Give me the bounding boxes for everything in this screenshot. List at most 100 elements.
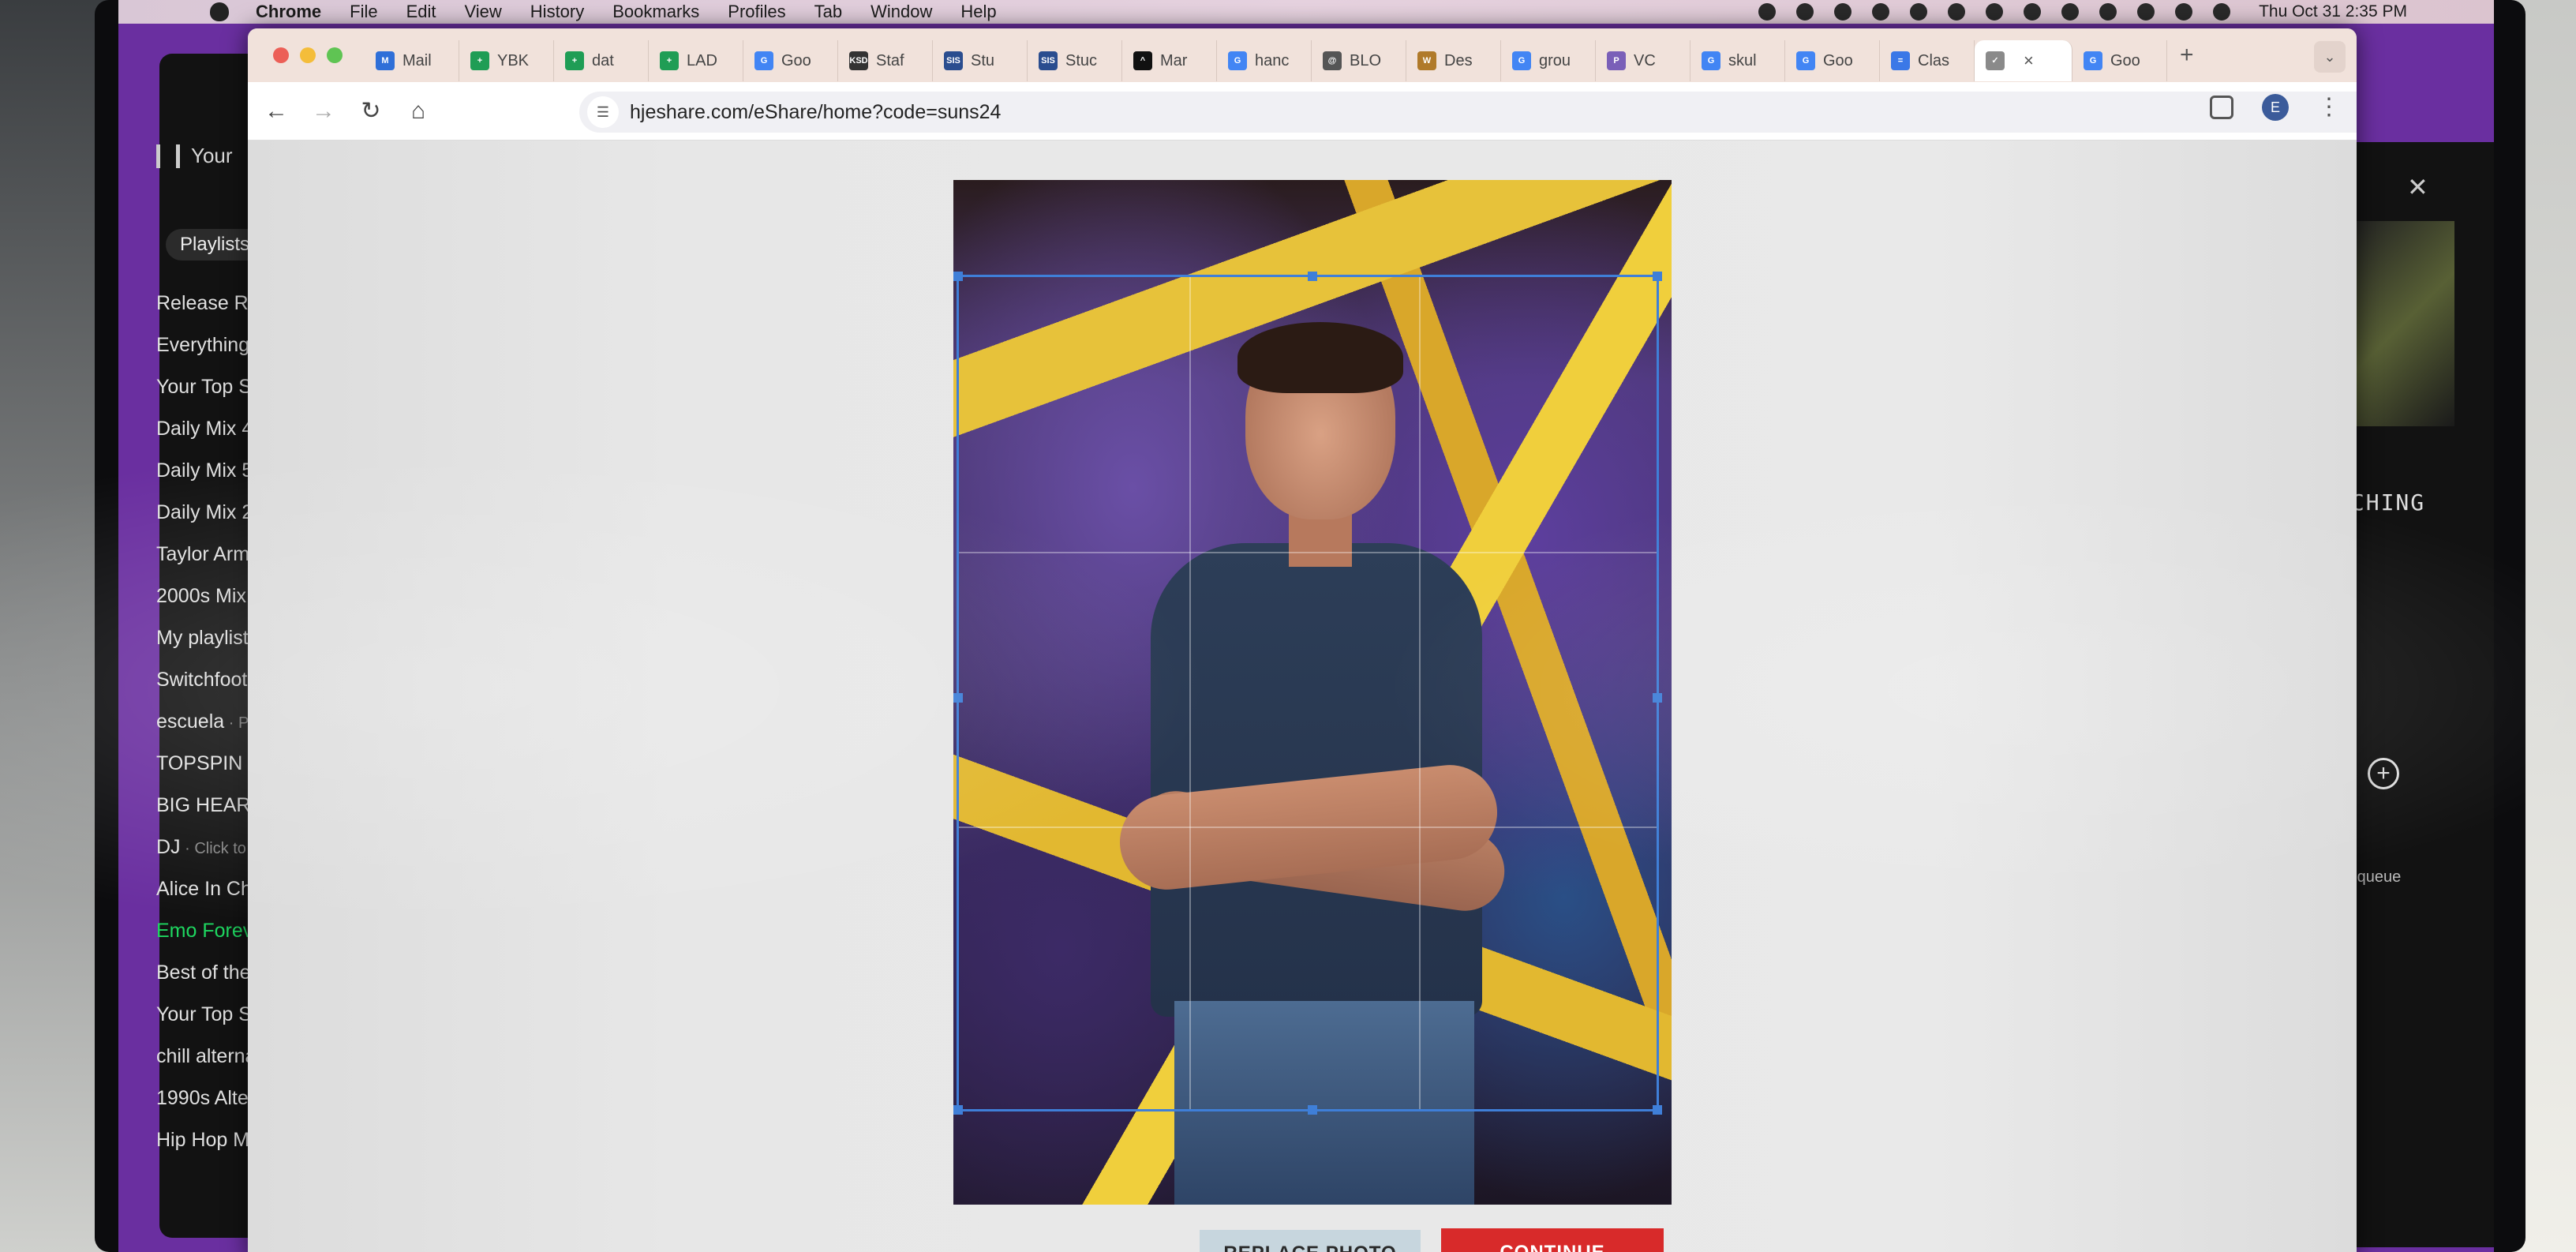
home-button[interactable]: ⌂ bbox=[395, 98, 442, 125]
crop-handle[interactable] bbox=[1653, 1105, 1662, 1115]
playlist-item[interactable]: Best of the bbox=[156, 961, 262, 1003]
tab-favicon-icon: M bbox=[376, 51, 395, 70]
browser-tab[interactable]: W Des bbox=[1406, 40, 1501, 81]
playlist-item[interactable]: BIG HEART bbox=[156, 794, 262, 836]
playlist-item[interactable]: Release Ra bbox=[156, 292, 262, 334]
spotify-library-header[interactable]: Your bbox=[156, 144, 233, 168]
menu-app-name[interactable]: Chrome bbox=[256, 2, 321, 22]
tab-label: Des bbox=[1444, 51, 1473, 69]
playlist-item[interactable]: Daily Mix 2 bbox=[156, 501, 262, 543]
tab-favicon-icon: G bbox=[1228, 51, 1247, 70]
playlist-item[interactable]: Hip Hop M bbox=[156, 1129, 262, 1171]
browser-tab[interactable]: ✓ × bbox=[1975, 40, 2072, 81]
playlist-item[interactable]: chill alterna bbox=[156, 1045, 262, 1087]
playlist-item[interactable]: Your Top S bbox=[156, 1003, 262, 1045]
browser-tab[interactable]: + YBK bbox=[459, 40, 554, 81]
browser-tab[interactable]: G Goo bbox=[2072, 40, 2167, 81]
browser-tab[interactable]: SIS Stu bbox=[933, 40, 1028, 81]
crop-handle[interactable] bbox=[953, 1105, 963, 1115]
crop-handle[interactable] bbox=[1653, 693, 1662, 703]
add-icon[interactable]: + bbox=[2368, 758, 2399, 789]
browser-tab[interactable]: Ggrou bbox=[1501, 40, 1596, 81]
playlist-item[interactable]: Emo Forev bbox=[156, 920, 262, 961]
browser-tab[interactable]: M Mail bbox=[365, 40, 459, 81]
search-icon[interactable] bbox=[2175, 3, 2193, 21]
playlist-item[interactable]: Switchfoot bbox=[156, 669, 262, 710]
playlist-item[interactable]: TOPSPIN · bbox=[156, 752, 262, 794]
menubar-clock[interactable]: Thu Oct 31 2:35 PM bbox=[2259, 2, 2407, 21]
playlist-item[interactable]: Everything bbox=[156, 334, 262, 376]
status-app-icon[interactable] bbox=[2024, 3, 2042, 21]
crop-handle[interactable] bbox=[953, 272, 963, 281]
status-app-icon[interactable] bbox=[1796, 3, 1814, 21]
playlist-item[interactable]: Daily Mix 4 bbox=[156, 418, 262, 459]
tab-label: Staf bbox=[876, 51, 904, 69]
browser-tab[interactable]: Gskul bbox=[1690, 40, 1785, 81]
browser-tab[interactable]: Ghanc bbox=[1217, 40, 1312, 81]
playlist-item[interactable]: 1990s Alter bbox=[156, 1087, 262, 1129]
status-app-icon[interactable] bbox=[1758, 3, 1777, 21]
close-icon[interactable]: ✕ bbox=[2407, 172, 2428, 202]
browser-tab[interactable]: + LAD bbox=[649, 40, 743, 81]
reload-button[interactable]: ↻ bbox=[347, 97, 395, 125]
menu-profiles[interactable]: Profiles bbox=[728, 2, 785, 22]
status-app-icon[interactable] bbox=[1986, 3, 2004, 21]
browser-tab[interactable]: SIS Stuc bbox=[1028, 40, 1122, 81]
playlist-item[interactable]: My playlist bbox=[156, 627, 262, 669]
address-bar[interactable]: ☰ hjeshare.com/eShare/home?code=suns24 ☆ bbox=[579, 92, 2357, 133]
replace-photo-button[interactable]: REPLACE PHOTO bbox=[1200, 1230, 1421, 1252]
tab-label: skul bbox=[1728, 51, 1757, 69]
forward-button[interactable]: → bbox=[300, 98, 347, 125]
url-text[interactable]: hjeshare.com/eShare/home?code=suns24 bbox=[630, 101, 1001, 124]
more-menu-icon[interactable]: ⋮ bbox=[2317, 93, 2341, 121]
profile-avatar[interactable]: E bbox=[2262, 93, 2289, 121]
crop-handle[interactable] bbox=[1308, 1105, 1317, 1115]
status-app-icon[interactable] bbox=[1910, 3, 1928, 21]
battery-icon[interactable] bbox=[2099, 3, 2117, 21]
close-tab-icon[interactable]: × bbox=[2024, 51, 2034, 71]
tab-search-button[interactable]: ⌄ bbox=[2314, 41, 2346, 73]
crop-handle[interactable] bbox=[953, 693, 963, 703]
continue-button[interactable]: CONTINUE bbox=[1441, 1228, 1664, 1252]
minimize-window-button[interactable] bbox=[300, 47, 316, 63]
status-app-icon[interactable] bbox=[1948, 3, 1966, 21]
browser-tab[interactable]: + dat bbox=[554, 40, 649, 81]
apple-icon[interactable] bbox=[210, 2, 229, 21]
status-app-icon[interactable] bbox=[2061, 3, 2080, 21]
back-button[interactable]: ← bbox=[253, 98, 300, 125]
zoom-window-button[interactable] bbox=[327, 47, 343, 63]
menu-help[interactable]: Help bbox=[960, 2, 996, 22]
crop-box[interactable] bbox=[953, 272, 1662, 1115]
browser-tab[interactable]: G Goo bbox=[743, 40, 838, 81]
close-window-button[interactable] bbox=[273, 47, 289, 63]
menu-view[interactable]: View bbox=[465, 2, 502, 22]
browser-tab[interactable]: = Clas bbox=[1880, 40, 1975, 81]
menu-history[interactable]: History bbox=[530, 2, 584, 22]
control-center-icon[interactable] bbox=[2213, 3, 2231, 21]
status-app-icon[interactable] bbox=[1834, 3, 1852, 21]
playlist-item[interactable]: Alice In Ch bbox=[156, 878, 262, 920]
crop-handle[interactable] bbox=[1653, 272, 1662, 281]
menu-file[interactable]: File bbox=[350, 2, 377, 22]
playlist-item[interactable]: 2000s Mix bbox=[156, 585, 262, 627]
browser-tab[interactable]: KSD Staf bbox=[838, 40, 933, 81]
wifi-icon[interactable] bbox=[2137, 3, 2155, 21]
new-tab-button[interactable]: + bbox=[2180, 42, 2194, 69]
playlist-item[interactable]: Daily Mix 5 bbox=[156, 459, 262, 501]
site-info-icon[interactable]: ☰ bbox=[587, 96, 619, 128]
browser-tab[interactable]: ^ Mar bbox=[1122, 40, 1217, 81]
browser-tab[interactable]: P VC bbox=[1596, 40, 1690, 81]
browser-tab[interactable]: G Goo bbox=[1785, 40, 1880, 81]
menu-window[interactable]: Window bbox=[871, 2, 932, 22]
browser-tab[interactable]: @ BLO bbox=[1312, 40, 1406, 81]
extensions-icon[interactable] bbox=[2210, 95, 2233, 119]
playlist-item[interactable]: escuela · P bbox=[156, 710, 262, 752]
crop-handle[interactable] bbox=[1308, 272, 1317, 281]
menu-edit[interactable]: Edit bbox=[406, 2, 436, 22]
cloud-icon[interactable] bbox=[1872, 3, 1890, 21]
menu-tab[interactable]: Tab bbox=[814, 2, 842, 22]
playlist-item[interactable]: Your Top S bbox=[156, 376, 262, 418]
menu-bookmarks[interactable]: Bookmarks bbox=[612, 2, 699, 22]
playlist-item[interactable]: DJ · Click to bbox=[156, 836, 262, 878]
playlist-item[interactable]: Taylor Arm bbox=[156, 543, 262, 585]
